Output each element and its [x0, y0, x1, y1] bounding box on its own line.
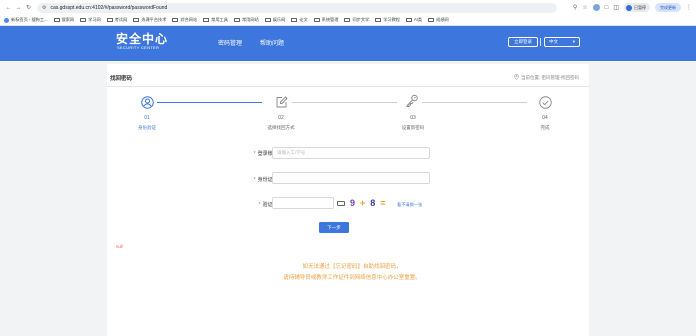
sidepanel-icon[interactable]: ◫ [613, 4, 619, 11]
bookmark-item[interactable]: 选课平台技术 [133, 17, 166, 23]
nav-help[interactable]: 帮助问题 [260, 38, 284, 47]
step-number: 01 [144, 115, 150, 121]
bookmark-item[interactable]: 新标签页 - 搜狗工... [4, 17, 48, 23]
folder-icon [375, 18, 382, 22]
check-circle-icon [538, 95, 552, 109]
notice-line: 如无法通过【忘记密码】自助找回密码， [302, 264, 402, 270]
step-connector [422, 102, 527, 103]
step-label: 完成 [540, 125, 550, 130]
folder-icon [344, 18, 351, 22]
bookmark-item[interactable]: 常用工具 [203, 17, 228, 23]
account-input[interactable]: 请输入工/学号 [272, 147, 430, 159]
step-connector [157, 102, 262, 103]
id-number-label: * 身份证号: [253, 177, 279, 183]
avatar [626, 4, 632, 11]
bookmark-item[interactable]: 娱乐网 [264, 17, 285, 23]
bookmark-item[interactable]: 学习网 [80, 17, 101, 23]
keyboard-icon [337, 200, 345, 206]
captcha-label: * 验证码: [258, 202, 279, 208]
bookmark-item[interactable]: 成绩网 [428, 17, 449, 23]
refresh-captcha-link[interactable]: 看不清换一张 [397, 202, 422, 208]
address-bar[interactable]: ⚙ cas.gdsspt.edu.cn:4102/#/password/pass… [37, 2, 557, 13]
captcha-input[interactable] [272, 197, 334, 209]
folder-icon [291, 18, 298, 22]
bookmark-item[interactable]: 系统管理 [313, 17, 338, 23]
account-label: * 登录账号: [253, 151, 279, 157]
user-circle-icon [140, 95, 154, 109]
folder-icon [264, 18, 271, 22]
bookmark-item[interactable]: 综合网站 [172, 17, 197, 23]
location-pin-icon [514, 74, 519, 81]
next-step-button[interactable]: 下一步 [319, 222, 349, 233]
divider [540, 38, 541, 46]
reload-icon[interactable]: ↻ [24, 3, 33, 12]
folder-icon [53, 18, 60, 22]
step-number: 03 [410, 115, 416, 121]
folder-icon [172, 18, 179, 22]
error-text: null [116, 244, 123, 249]
menu-dots-icon[interactable]: ⋮ [686, 4, 692, 11]
step-connector [292, 102, 397, 103]
password-recovery-card: 找回密码 当前位置: 密码管理-找回密码 01 02 03 04 身份验证 选择… [107, 64, 589, 336]
breadcrumb: 当前位置: 密码管理-找回密码 [514, 74, 579, 81]
folder-icon [133, 18, 140, 22]
captcha-image[interactable]: 9 + 8 = [337, 198, 386, 208]
extension-icon[interactable] [592, 4, 600, 11]
update-button[interactable]: 完成更新 [655, 3, 681, 12]
divider [107, 86, 589, 87]
browser-toolbar: ← → ↻ ⚙ cas.gdsspt.edu.cn:4102/#/passwor… [0, 0, 696, 15]
folder-icon [106, 18, 113, 22]
folder-icon [80, 18, 87, 22]
nav-password-management[interactable]: 密码管理 [218, 38, 242, 47]
notice-line: 请持辅导员或教师工作证件到网络信息中心办公室重置。 [283, 275, 421, 281]
language-select[interactable]: 中文 ▾ [544, 37, 580, 47]
login-button[interactable]: 立即登录 [508, 37, 538, 47]
bookmark-item[interactable]: 搜索网 [53, 17, 74, 23]
bookmark-star-icon[interactable]: ☆ [582, 4, 587, 11]
step-label: 选择找回方式 [267, 125, 295, 130]
bookmark-item[interactable]: 论文 [291, 17, 308, 23]
bookmark-item[interactable]: 常用网站 [233, 17, 259, 23]
back-icon[interactable]: ← [4, 3, 13, 12]
extensions-puzzle-icon[interactable]: □ [605, 5, 609, 11]
site-header: 安全中心 SECURITY CENTER 密码管理 帮助问题 立即登录 中文 ▾ [0, 26, 696, 61]
bookmark-item[interactable]: 学习教程 [375, 17, 400, 23]
site-info-icon[interactable]: ⚙ [42, 5, 46, 11]
folder-icon [405, 18, 412, 22]
logo-subtitle: SECURITY CENTER [117, 45, 160, 50]
page-title: 找回密码 [110, 76, 133, 82]
bookmark-item[interactable]: 考试网 [106, 17, 127, 23]
url-text: cas.gdsspt.edu.cn:4102/#/password/passwo… [50, 4, 168, 11]
step-number: 02 [278, 115, 284, 121]
step-label: 设置新密码 [401, 125, 425, 130]
folder-icon [428, 18, 435, 22]
edit-icon [274, 95, 288, 109]
folder-icon [233, 18, 240, 22]
id-number-input[interactable] [272, 172, 430, 184]
folder-icon [313, 18, 320, 22]
step-number: 04 [542, 115, 548, 121]
site-favicon-icon [4, 17, 9, 23]
step-label: 身份验证 [138, 125, 156, 130]
folder-icon [203, 18, 210, 22]
bookmark-item[interactable]: 同步大学 [344, 17, 369, 23]
key-icon [405, 94, 419, 108]
zoom-icon[interactable]: ⚲ [573, 4, 577, 11]
profile-button[interactable]: 已暂停 [624, 3, 650, 12]
bookmarks-bar: 新标签页 - 搜狗工... 搜索网 学习网 考试网 选课平台技术 综合网站 常用工具 常用网站… [0, 15, 696, 26]
chevron-down-icon: ▾ [572, 39, 575, 44]
bookmark-item[interactable]: AI类 [405, 17, 422, 23]
forward-icon[interactable]: → [14, 3, 23, 12]
